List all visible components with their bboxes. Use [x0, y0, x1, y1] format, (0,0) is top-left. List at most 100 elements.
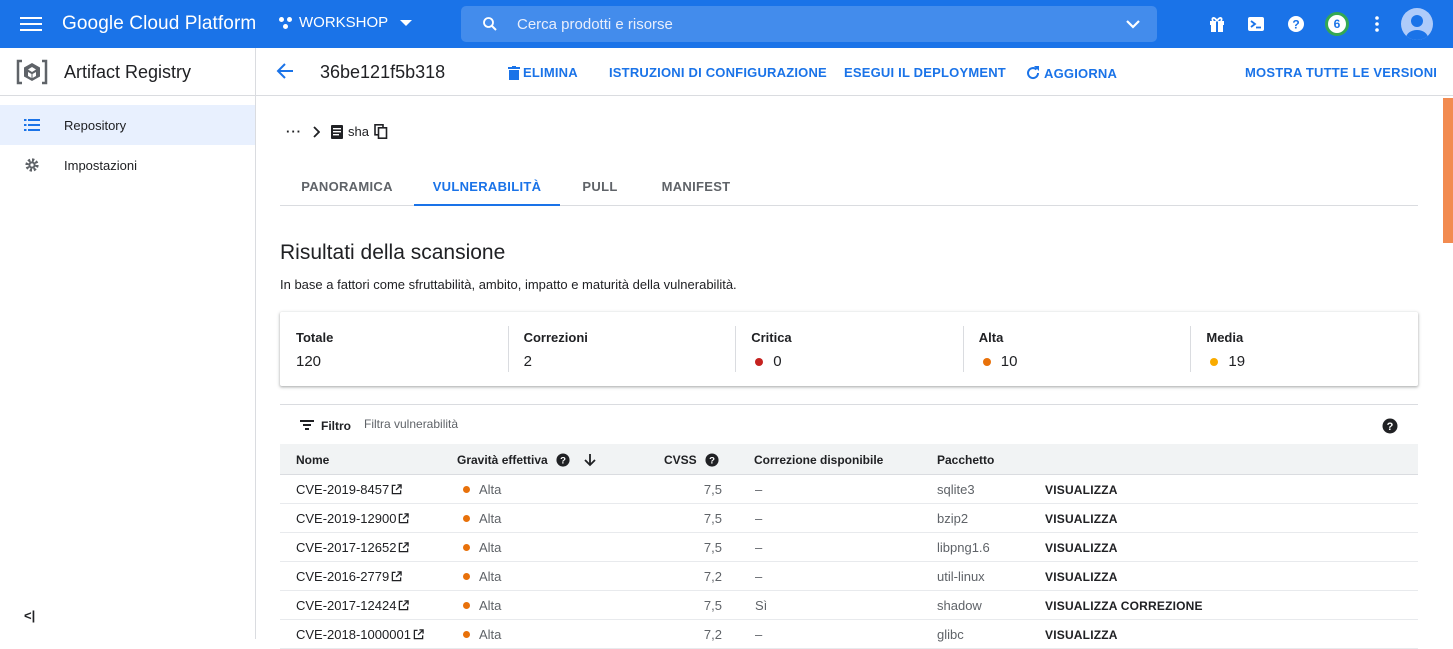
sidebar-item-label: Repository — [64, 118, 127, 133]
filter-icon — [300, 420, 314, 430]
help-icon[interactable]: ? — [1287, 15, 1305, 33]
project-dots-icon — [279, 16, 293, 30]
search-input[interactable] — [517, 14, 1077, 34]
help-icon[interactable]: ? — [705, 453, 719, 467]
gift-icon[interactable] — [1208, 15, 1226, 33]
collapse-sidebar-button[interactable]: <| — [24, 608, 35, 623]
main-menu-icon[interactable] — [20, 14, 42, 34]
column-fix[interactable]: Correzione disponibile — [754, 453, 883, 467]
project-selector[interactable]: WORKSHOP — [279, 14, 413, 31]
cve-link[interactable]: CVE-2017-12652 — [296, 540, 410, 555]
column-package[interactable]: Pacchetto — [937, 453, 994, 467]
delete-label: ELIMINA — [523, 65, 578, 80]
main-content: 36be121f5b318 ELIMINA ISTRUZIONI DI CONF… — [256, 48, 1453, 649]
search-bar[interactable] — [461, 6, 1157, 42]
fix-value: – — [755, 511, 763, 526]
external-link-icon — [399, 542, 410, 553]
view-button[interactable]: VISUALIZZA — [1045, 541, 1118, 555]
cve-link[interactable]: CVE-2017-12424 — [296, 598, 410, 613]
medium-dot-icon — [1210, 357, 1219, 366]
project-name: WORKSHOP — [299, 14, 389, 31]
section-description: In base a fattori come sfruttabilità, am… — [280, 277, 737, 292]
column-name[interactable]: Nome — [296, 453, 329, 467]
show-all-versions-button[interactable]: MOSTRA TUTTE LE VERSIONI — [1245, 65, 1437, 80]
column-severity[interactable]: Gravità effettiva ? — [457, 453, 596, 467]
stat-value: 19 — [1228, 353, 1246, 370]
cve-link[interactable]: CVE-2016-2779 — [296, 569, 402, 584]
cve-name: CVE-2018-1000001 — [296, 627, 411, 642]
svg-text:?: ? — [1292, 18, 1299, 32]
scrollbar[interactable] — [1441, 96, 1453, 639]
setup-label: ISTRUZIONI DI CONFIGURAZIONE — [609, 65, 827, 80]
sidebar-item-settings[interactable]: Impostazioni — [0, 145, 255, 185]
breadcrumb-more[interactable]: ··· — [286, 124, 302, 139]
cve-link[interactable]: CVE-2018-1000001 — [296, 627, 424, 642]
stat-label: Correzioni — [523, 330, 588, 345]
column-cvss[interactable]: CVSS ? — [664, 453, 719, 467]
high-dot-icon — [463, 515, 470, 522]
deploy-button[interactable]: ESEGUI IL DEPLOYMENT — [844, 65, 1006, 80]
delete-button[interactable]: ELIMINA — [508, 65, 578, 80]
view-button[interactable]: VISUALIZZA — [1045, 628, 1118, 642]
back-arrow-icon[interactable] — [276, 62, 294, 80]
package-value: bzip2 — [937, 511, 969, 526]
package-value: glibc — [937, 627, 964, 642]
sort-down-arrow-icon[interactable] — [584, 453, 596, 467]
copy-icon[interactable] — [374, 124, 388, 139]
tab-vulnerabilities[interactable]: VULNERABILITÀ — [414, 168, 560, 206]
stat-medium: Media 19 — [1190, 312, 1418, 386]
action-bar: 36be121f5b318 ELIMINA ISTRUZIONI DI CONF… — [256, 48, 1453, 96]
stat-value: 120 — [296, 353, 322, 370]
package-value: util-linux — [937, 569, 985, 584]
document-icon — [331, 124, 343, 139]
table-row: CVE-2017-12424 Alta 7,5 Sì shadow VISUALIZZA … — [280, 591, 1418, 620]
help-icon[interactable]: ? — [556, 453, 570, 467]
cloud-shell-icon[interactable] — [1247, 15, 1265, 33]
view-button[interactable]: VISUALIZZA — [1045, 483, 1118, 497]
scrollbar-thumb[interactable] — [1443, 98, 1453, 243]
more-vert-icon[interactable] — [1368, 15, 1386, 33]
severity-value: Alta — [479, 482, 502, 497]
external-link-icon — [399, 513, 410, 524]
sidebar-item-label: Impostazioni — [64, 158, 137, 173]
cvss-value: 7,5 — [703, 482, 722, 497]
tab-overview[interactable]: PANORAMICA — [280, 168, 414, 206]
cvss-value: 7,5 — [703, 511, 722, 526]
high-dot-icon — [463, 631, 470, 638]
cve-name: CVE-2016-2779 — [296, 569, 390, 584]
column-label: Correzione disponibile — [754, 453, 884, 467]
tab-pull[interactable]: PULL — [560, 168, 640, 206]
stat-label: Critica — [751, 330, 792, 345]
table-row: CVE-2019-8457 Alta 7,5 – sqlite3 VISUALIZZA — [280, 475, 1418, 504]
stat-fixes: Correzioni 2 — [507, 312, 736, 386]
cve-link[interactable]: CVE-2019-12900 — [296, 511, 410, 526]
severity-value: Alta — [479, 569, 502, 584]
top-app-bar: Google Cloud Platform WORKSHOP ? 6 — [0, 0, 1453, 48]
severity-cell: Alta — [461, 569, 501, 584]
cve-link[interactable]: CVE-2019-8457 — [296, 482, 402, 497]
fix-value: – — [755, 540, 763, 555]
sidebar-item-repository[interactable]: Repository — [0, 105, 255, 145]
setup-instructions-button[interactable]: ISTRUZIONI DI CONFIGURAZIONE — [609, 65, 827, 80]
refresh-button[interactable]: AGGIORNA — [1025, 65, 1117, 81]
tab-manifest[interactable]: MANIFEST — [640, 168, 752, 206]
account-avatar[interactable] — [1401, 8, 1433, 40]
stat-total: Totale 120 — [280, 312, 508, 386]
column-label: Pacchetto — [937, 453, 995, 467]
cvss-value: 7,2 — [703, 569, 722, 584]
chevron-down-icon[interactable] — [1125, 18, 1141, 30]
view-button[interactable]: VISUALIZZA — [1045, 570, 1118, 584]
notification-badge[interactable]: 6 — [1325, 12, 1349, 36]
brand-title[interactable]: Google Cloud Platform — [62, 13, 256, 35]
severity-value: Alta — [479, 540, 502, 555]
help-icon[interactable]: ? — [1382, 418, 1398, 434]
view-button[interactable]: VISUALIZZA CORREZIONE — [1045, 599, 1203, 613]
deploy-label: ESEGUI IL DEPLOYMENT — [844, 65, 1006, 80]
table-row: CVE-2019-12900 Alta 7,5 – bzip2 VISUALIZZA — [280, 504, 1418, 533]
cve-name: CVE-2017-12424 — [296, 598, 397, 613]
sidebar-header: Artifact Registry — [0, 48, 255, 96]
external-link-icon — [391, 484, 402, 495]
filter-input[interactable] — [364, 417, 764, 431]
severity-value: Alta — [479, 598, 502, 613]
view-button[interactable]: VISUALIZZA — [1045, 512, 1118, 526]
